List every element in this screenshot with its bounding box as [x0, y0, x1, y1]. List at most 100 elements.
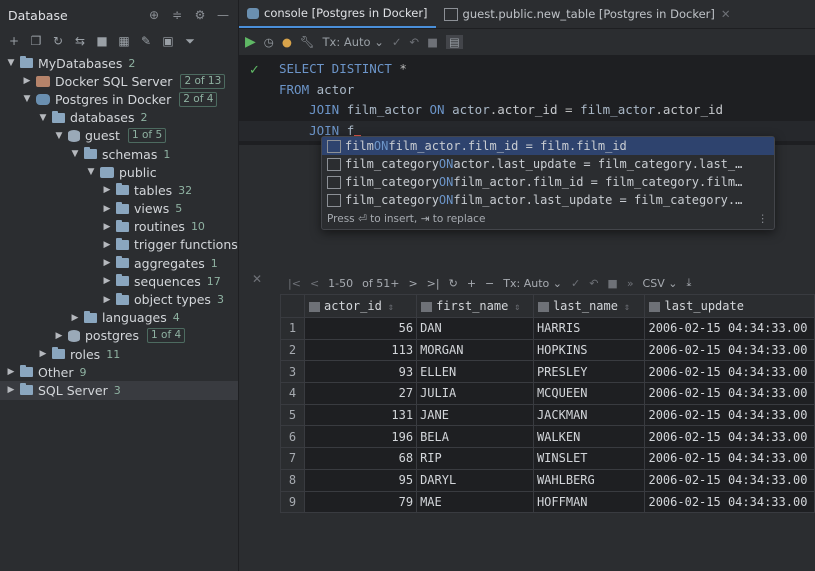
collapse-arrow-icon[interactable]: ▶: [102, 240, 112, 250]
expand-arrow-icon[interactable]: ▼: [22, 94, 32, 104]
column-header[interactable]: last_name ⇕: [532, 294, 646, 318]
table-cell[interactable]: MORGAN: [416, 338, 534, 362]
suggestion-item[interactable]: film ON film_actor.film_id = film.film_i…: [322, 137, 774, 155]
table-cell[interactable]: 2006-02-15 04:34:33.00: [644, 360, 815, 384]
table-cell[interactable]: MAE: [416, 490, 534, 514]
table-row[interactable]: 3 93 ELLEN PRESLEY 2006-02-15 04:34:33.00: [279, 360, 815, 384]
tree-node[interactable]: ▶ routines 10: [0, 218, 238, 236]
table-cell[interactable]: 1: [279, 317, 306, 340]
collapse-icon[interactable]: ≑: [170, 8, 184, 22]
tab-new-table[interactable]: guest.public.new_table [Postgres in Dock…: [436, 0, 739, 28]
table-row[interactable]: 9 79 MAE HOFFMAN 2006-02-15 04:34:33.00: [279, 490, 815, 514]
rollback-icon[interactable]: ↶: [409, 35, 419, 49]
next-page-icon[interactable]: >: [408, 277, 417, 290]
tree-node[interactable]: ▶ languages 4: [0, 309, 238, 327]
table-cell[interactable]: DARYL: [416, 468, 534, 492]
expand-arrow-icon[interactable]: ▼: [86, 167, 96, 177]
table-cell[interactable]: 68: [304, 447, 418, 470]
commit-icon[interactable]: ✓: [392, 35, 402, 49]
table-cell[interactable]: WAHLBERG: [532, 468, 646, 492]
tree-node[interactable]: ▶ SQL Server 3: [0, 381, 238, 400]
target-icon[interactable]: ⊕: [147, 8, 161, 22]
suggestion-item[interactable]: film_category ON film_actor.last_update …: [322, 191, 774, 209]
table-cell[interactable]: MCQUEEN: [532, 382, 646, 405]
add-icon[interactable]: +: [6, 33, 22, 49]
table-icon[interactable]: ▦: [116, 33, 132, 49]
run-icon[interactable]: ▶: [245, 34, 256, 50]
table-row[interactable]: 6 196 BELA WALKEN 2006-02-15 04:34:33.00: [279, 425, 815, 449]
tree-node[interactable]: ▼ MyDatabases 2: [0, 54, 238, 72]
collapse-arrow-icon[interactable]: ▶: [102, 222, 112, 232]
page-range[interactable]: 1-50: [328, 277, 353, 290]
tree-node[interactable]: ▼ schemas 1: [0, 145, 238, 163]
table-cell[interactable]: BELA: [416, 425, 534, 449]
collapse-arrow-icon[interactable]: ▶: [6, 385, 16, 395]
tree-node[interactable]: ▶ Other 9: [0, 363, 238, 381]
code-area[interactable]: ✓ SELECT DISTINCT * FROM actor JOIN film_…: [239, 55, 815, 141]
close-icon[interactable]: ✕: [721, 7, 731, 21]
revert-icon[interactable]: ↶: [589, 277, 598, 290]
table-cell[interactable]: HOPKINS: [532, 338, 646, 362]
grid-tx-dropdown[interactable]: Tx: Auto ⌄: [503, 277, 562, 290]
output-icon[interactable]: ▤: [446, 35, 463, 49]
expand-arrow-icon[interactable]: ▼: [54, 131, 64, 141]
table-cell[interactable]: 79: [304, 490, 418, 514]
code-line[interactable]: JOIN film_actor ON actor.actor_id = film…: [239, 100, 815, 121]
export-format-dropdown[interactable]: CSV ⌄: [643, 277, 678, 290]
table-cell[interactable]: 2006-02-15 04:34:33.00: [644, 468, 815, 492]
suggestion-item[interactable]: film_category ON actor.last_update = fil…: [322, 155, 774, 173]
history-icon[interactable]: ◷: [264, 35, 274, 49]
first-page-icon[interactable]: |<: [288, 277, 301, 290]
more-icon[interactable]: ⋮: [758, 213, 769, 225]
tab-console[interactable]: console [Postgres in Docker]: [239, 0, 436, 28]
table-row[interactable]: 2 113 MORGAN HOPKINS 2006-02-15 04:34:33.00: [279, 338, 815, 362]
table-cell[interactable]: WALKEN: [532, 425, 646, 449]
table-cell[interactable]: 5: [279, 403, 306, 427]
table-row[interactable]: 8 95 DARYL WAHLBERG 2006-02-15 04:34:33.00: [279, 468, 815, 492]
collapse-arrow-icon[interactable]: ▶: [22, 76, 32, 86]
tree-node[interactable]: ▶ trigger functions: [0, 236, 238, 254]
delete-row-icon[interactable]: −: [485, 277, 494, 290]
table-cell[interactable]: HOFFMAN: [532, 490, 646, 514]
wrench-icon[interactable]: 🔧︎: [300, 35, 315, 49]
table-cell[interactable]: 2006-02-15 04:34:33.00: [644, 403, 815, 427]
table-cell[interactable]: 95: [304, 468, 418, 492]
expand-arrow-icon[interactable]: ▼: [38, 113, 48, 123]
sort-icon[interactable]: ⇕: [514, 302, 520, 313]
more-icon[interactable]: »: [627, 277, 634, 290]
reload-icon[interactable]: ↻: [449, 277, 458, 290]
tree-node[interactable]: ▼ public: [0, 163, 238, 181]
collapse-arrow-icon[interactable]: ▶: [102, 204, 112, 214]
stop-icon[interactable]: ■: [427, 35, 438, 49]
table-cell[interactable]: DAN: [416, 317, 534, 340]
table-cell[interactable]: JULIA: [416, 382, 534, 405]
code-line[interactable]: FROM actor: [239, 80, 815, 101]
code-line[interactable]: SELECT DISTINCT *: [239, 59, 815, 80]
table-cell[interactable]: PRESLEY: [532, 360, 646, 384]
suggestion-item[interactable]: film_category ON film_actor.film_id = fi…: [322, 173, 774, 191]
table-cell[interactable]: 2006-02-15 04:34:33.00: [644, 425, 815, 449]
tree-node[interactable]: ▼ databases 2: [0, 109, 238, 127]
expand-arrow-icon[interactable]: ▼: [70, 149, 80, 159]
stop-icon[interactable]: ■: [94, 33, 110, 49]
collapse-arrow-icon[interactable]: ▶: [6, 367, 16, 377]
refresh-icon[interactable]: ↻: [50, 33, 66, 49]
table-cell[interactable]: ELLEN: [416, 360, 534, 384]
profile-icon[interactable]: ●: [282, 35, 292, 49]
table-row[interactable]: 4 27 JULIA MCQUEEN 2006-02-15 04:34:33.00: [279, 382, 815, 405]
table-cell[interactable]: 93: [304, 360, 418, 384]
tree-node[interactable]: ▶ aggregates 1: [0, 254, 238, 272]
sort-icon[interactable]: ⇕: [388, 302, 394, 313]
collapse-arrow-icon[interactable]: ▶: [102, 185, 112, 195]
tree-node[interactable]: ▶ object types 3: [0, 290, 238, 308]
table-cell[interactable]: HARRIS: [532, 317, 646, 340]
add-row-icon[interactable]: +: [467, 277, 476, 290]
tree-node[interactable]: ▼ guest 1 of 5: [0, 127, 238, 145]
collapse-arrow-icon[interactable]: ▶: [102, 295, 112, 305]
table-row[interactable]: 1 56 DAN HARRIS 2006-02-15 04:34:33.00: [279, 317, 815, 340]
table-cell[interactable]: 196: [304, 425, 418, 449]
row-total[interactable]: of 51+: [362, 277, 399, 290]
table-cell[interactable]: 2: [279, 338, 306, 362]
table-cell[interactable]: 2006-02-15 04:34:33.00: [644, 447, 815, 470]
tree-node[interactable]: ▶ sequences 17: [0, 272, 238, 290]
